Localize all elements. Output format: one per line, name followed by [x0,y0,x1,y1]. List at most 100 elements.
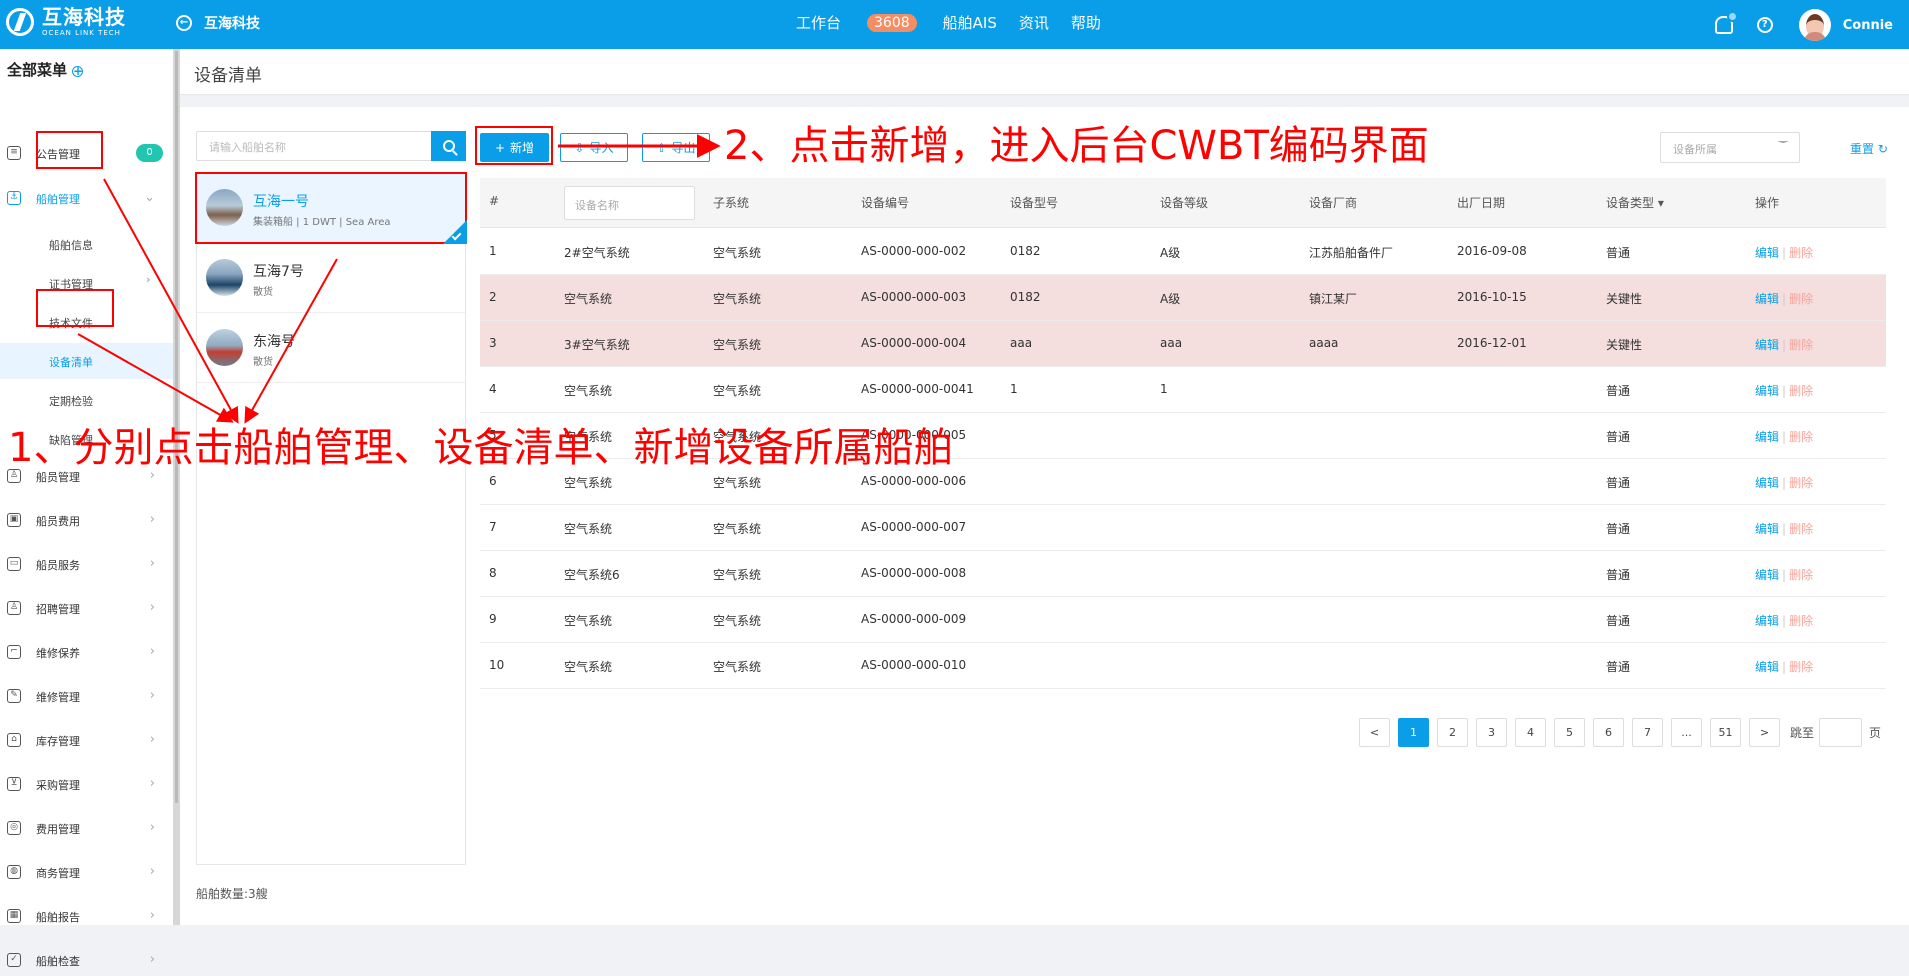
page-1-button[interactable]: 1 [1398,718,1429,747]
sort-down-icon: ▾ [1657,196,1664,210]
table-row[interactable]: 9 空气系统 空气系统 AS-0000-000-009 普通 编辑 | 删除 [480,597,1886,643]
column-equipment-code: 设备编号 [861,196,910,210]
page-6-button[interactable]: 6 [1593,718,1624,747]
notification-bell-icon[interactable] [1714,11,1738,34]
delete-link[interactable]: 删除 [1789,614,1813,628]
page-5-button[interactable]: 5 [1554,718,1585,747]
subsystem: 空气系统 [713,384,762,398]
equipment-name: 空气系统 [564,384,613,398]
equipment-owner-filter[interactable]: 设备所属 [1660,132,1800,163]
sidebar-item-crew-expense[interactable]: ▣ 船员费用 › [0,506,173,536]
delete-link[interactable]: 删除 [1789,660,1813,674]
action-divider: | [1782,614,1787,628]
production-date: 2016-09-08 [1457,244,1527,258]
sidebar-item-business[interactable]: ◍ 商务管理 › [0,858,173,888]
menu-add-icon[interactable]: + [72,65,83,77]
sidebar-item-inventory[interactable]: ⌂ 库存管理 › [0,726,173,756]
ship-thumbnail [206,259,243,296]
table-row[interactable]: 1 2#空气系统 空气系统 AS-0000-000-002 0182 A级 江苏船舶备件厂 2… [480,229,1886,275]
refresh-icon: ↻ [1877,142,1888,156]
ship-item[interactable]: 东海号 散货 [197,314,465,383]
user-name[interactable]: Connie [1843,18,1893,33]
ship-item[interactable]: 互海7号 散货 [197,244,465,313]
table-row[interactable]: 7 空气系统 空气系统 AS-0000-000-007 普通 编辑 | 删除 [480,505,1886,551]
sidebar-item-ship-inspection[interactable]: ✓ 船舶检查 › [0,946,173,976]
nav-ship-ais[interactable]: 船舶AIS [943,12,997,33]
next-page-button[interactable]: > [1749,718,1780,747]
edit-link[interactable]: 编辑 [1755,292,1779,306]
table-row[interactable]: 4 空气系统 空气系统 AS-0000-000-0041 1 1 普通 编辑 | 删除 [480,367,1886,413]
edit-link[interactable]: 编辑 [1755,660,1779,674]
page-7-button[interactable]: 7 [1632,718,1663,747]
page-4-button[interactable]: 4 [1515,718,1546,747]
help-question-icon[interactable]: ? [1756,17,1773,33]
edit-link[interactable]: 编辑 [1755,476,1779,490]
sidebar-item-purchase[interactable]: ⊻ 采购管理 › [0,770,173,800]
equipment-name: 2#空气系统 [564,246,630,260]
edit-link[interactable]: 编辑 [1755,430,1779,444]
user-avatar[interactable] [1798,9,1831,41]
ship-item-selected[interactable]: 互海一号 集装箱船 | 1 DWT | Sea Area [195,172,467,244]
column-subsystem: 子系统 [713,196,750,210]
nav-news[interactable]: 资讯 [1019,12,1049,33]
delete-link[interactable]: 删除 [1789,292,1813,306]
submenu-equipment-list[interactable]: 设备清单 [0,343,173,379]
equipment-model: 0182 [1010,244,1041,258]
previous-page-button[interactable]: < [1359,718,1390,747]
person-icon: ♙ [7,469,21,483]
delete-link[interactable]: 删除 [1789,476,1813,490]
all-menu-title[interactable]: 全部菜单 + [7,59,83,80]
row-index: 1 [489,244,497,258]
nav-workbench[interactable]: 工作台 [796,12,841,33]
edit-link[interactable]: 编辑 [1755,246,1779,260]
page-2-button[interactable]: 2 [1437,718,1468,747]
page-3-button[interactable]: 3 [1476,718,1507,747]
equipment-name: 空气系统 [564,476,613,490]
ship-search-button[interactable] [431,131,466,161]
sidebar-item-ship-report[interactable]: ▦ 船舶报告 › [0,902,173,932]
sidebar-item-maintenance[interactable]: ⌐ 维修保养 › [0,638,173,668]
table-row[interactable]: 2 空气系统 空气系统 AS-0000-000-003 0182 A级 镇江某厂 2016-1… [480,275,1886,321]
page-ellipsis[interactable]: ... [1671,718,1702,747]
table-row[interactable]: 8 空气系统6 空气系统 AS-0000-000-008 普通 编辑 | 删除 [480,551,1886,597]
production-date: 2016-10-15 [1457,290,1527,304]
nav-help[interactable]: 帮助 [1071,12,1101,33]
edit-link[interactable]: 编辑 [1755,614,1779,628]
page-51-button[interactable]: 51 [1710,718,1741,747]
jump-page-input[interactable] [1819,718,1863,747]
import-button[interactable]: ⇩ 导入 [560,133,628,162]
company-logo[interactable]: 互海科技 OCEAN LINK TECH [6,7,126,37]
sidebar-item-repair[interactable]: ✎ 维修管理 › [0,682,173,712]
row-actions: 编辑 | 删除 [1755,290,1813,307]
sidebar-item-crew-service[interactable]: ▭ 船员服务 › [0,550,173,580]
company-switcher[interactable]: ← 互海科技 [176,13,260,33]
page-title: 设备清单 [194,66,262,86]
submenu-ship-info[interactable]: 船舶信息 [0,226,173,262]
edit-link[interactable]: 编辑 [1755,522,1779,536]
column-equipment-type[interactable]: 设备类型 ▾ [1606,194,1664,211]
sidebar-item-ship-management[interactable]: ⚓ 船舶管理 ⌄ [0,184,173,214]
delete-link[interactable]: 删除 [1789,568,1813,582]
ship-name: 互海一号 [253,194,309,210]
sidebar-item-recruitment[interactable]: ♙ 招聘管理 › [0,594,173,624]
table-row[interactable]: 10 空气系统 空气系统 AS-0000-000-010 普通 编辑 | 删除 [480,643,1886,689]
edit-link[interactable]: 编辑 [1755,568,1779,582]
delete-link[interactable]: 删除 [1789,384,1813,398]
ship-management-highlight [36,131,103,169]
chevron-right-icon: › [149,732,155,747]
delete-link[interactable]: 删除 [1789,338,1813,352]
delete-link[interactable]: 删除 [1789,430,1813,444]
submenu-periodic-inspection[interactable]: 定期检验 [0,382,173,418]
equipment-model: aaa [1010,336,1033,350]
sidebar-item-cost[interactable]: ◎ 费用管理 › [0,814,173,844]
delete-link[interactable]: 删除 [1789,246,1813,260]
export-button[interactable]: ⇧ 导出 [642,133,710,162]
ship-list: 互海一号 集装箱船 | 1 DWT | Sea Area 互海7号 散货 东海号… [195,172,467,865]
ship-search-input[interactable]: 请输入船舶名称 [196,131,466,161]
equipment-name-filter[interactable]: 设备名称 [564,186,695,220]
edit-link[interactable]: 编辑 [1755,338,1779,352]
table-row[interactable]: 3 3#空气系统 空气系统 AS-0000-000-004 aaa aaa aaaa 2016… [480,321,1886,367]
reset-button[interactable]: 重置 ↻ [1850,140,1888,157]
delete-link[interactable]: 删除 [1789,522,1813,536]
edit-link[interactable]: 编辑 [1755,384,1779,398]
